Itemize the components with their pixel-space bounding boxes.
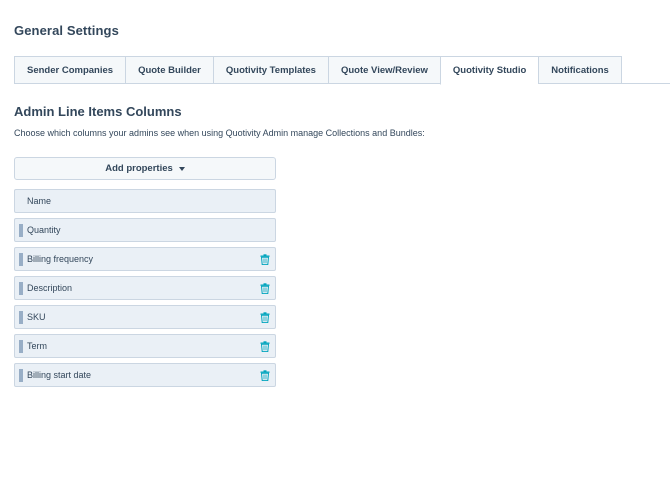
column-row-billing-frequency: Billing frequency [14, 247, 276, 271]
tab-quotivity-templates[interactable]: Quotivity Templates [212, 56, 328, 84]
tab-quote-view-review[interactable]: Quote View/Review [327, 56, 440, 84]
tab-notifications[interactable]: Notifications [538, 56, 622, 84]
caret-down-icon [178, 166, 185, 171]
drag-handle-icon[interactable] [19, 340, 23, 353]
column-row-name: Name [14, 189, 276, 213]
column-row-description: Description [14, 276, 276, 300]
drag-handle-icon[interactable] [19, 224, 23, 237]
column-row-term: Term [14, 334, 276, 358]
trash-icon[interactable] [260, 254, 270, 265]
column-label: Description [27, 283, 73, 293]
column-label: SKU [27, 312, 46, 322]
column-label: Billing start date [27, 370, 92, 380]
drag-handle-icon[interactable] [19, 369, 23, 382]
section-description: Choose which columns your admins see whe… [14, 128, 425, 138]
column-row-billing-start-date: Billing start date [14, 363, 276, 387]
settings-tabs: Sender Companies Quote Builder Quotivity… [14, 56, 622, 85]
trash-icon[interactable] [260, 370, 270, 381]
column-label: Term [27, 341, 47, 351]
tab-quotivity-studio[interactable]: Quotivity Studio [439, 56, 539, 85]
column-row-quantity: Quantity [14, 218, 276, 242]
trash-icon[interactable] [260, 312, 270, 323]
drag-handle-icon[interactable] [19, 253, 23, 266]
tab-quote-builder[interactable]: Quote Builder [125, 56, 213, 84]
column-row-sku: SKU [14, 305, 276, 329]
drag-handle-icon[interactable] [19, 311, 23, 324]
column-list: Name Quantity Billing frequency Descript… [14, 189, 276, 392]
tab-sender-companies[interactable]: Sender Companies [14, 56, 126, 84]
drag-handle-icon[interactable] [19, 282, 23, 295]
add-properties-button[interactable]: Add properties [14, 157, 276, 180]
column-label: Quantity [27, 225, 61, 235]
column-label: Billing frequency [27, 254, 94, 264]
add-properties-label: Add properties [105, 163, 173, 174]
page-title: General Settings [14, 23, 119, 38]
trash-icon[interactable] [260, 341, 270, 352]
section-title: Admin Line Items Columns [14, 104, 182, 119]
column-label: Name [27, 196, 52, 206]
trash-icon[interactable] [260, 283, 270, 294]
